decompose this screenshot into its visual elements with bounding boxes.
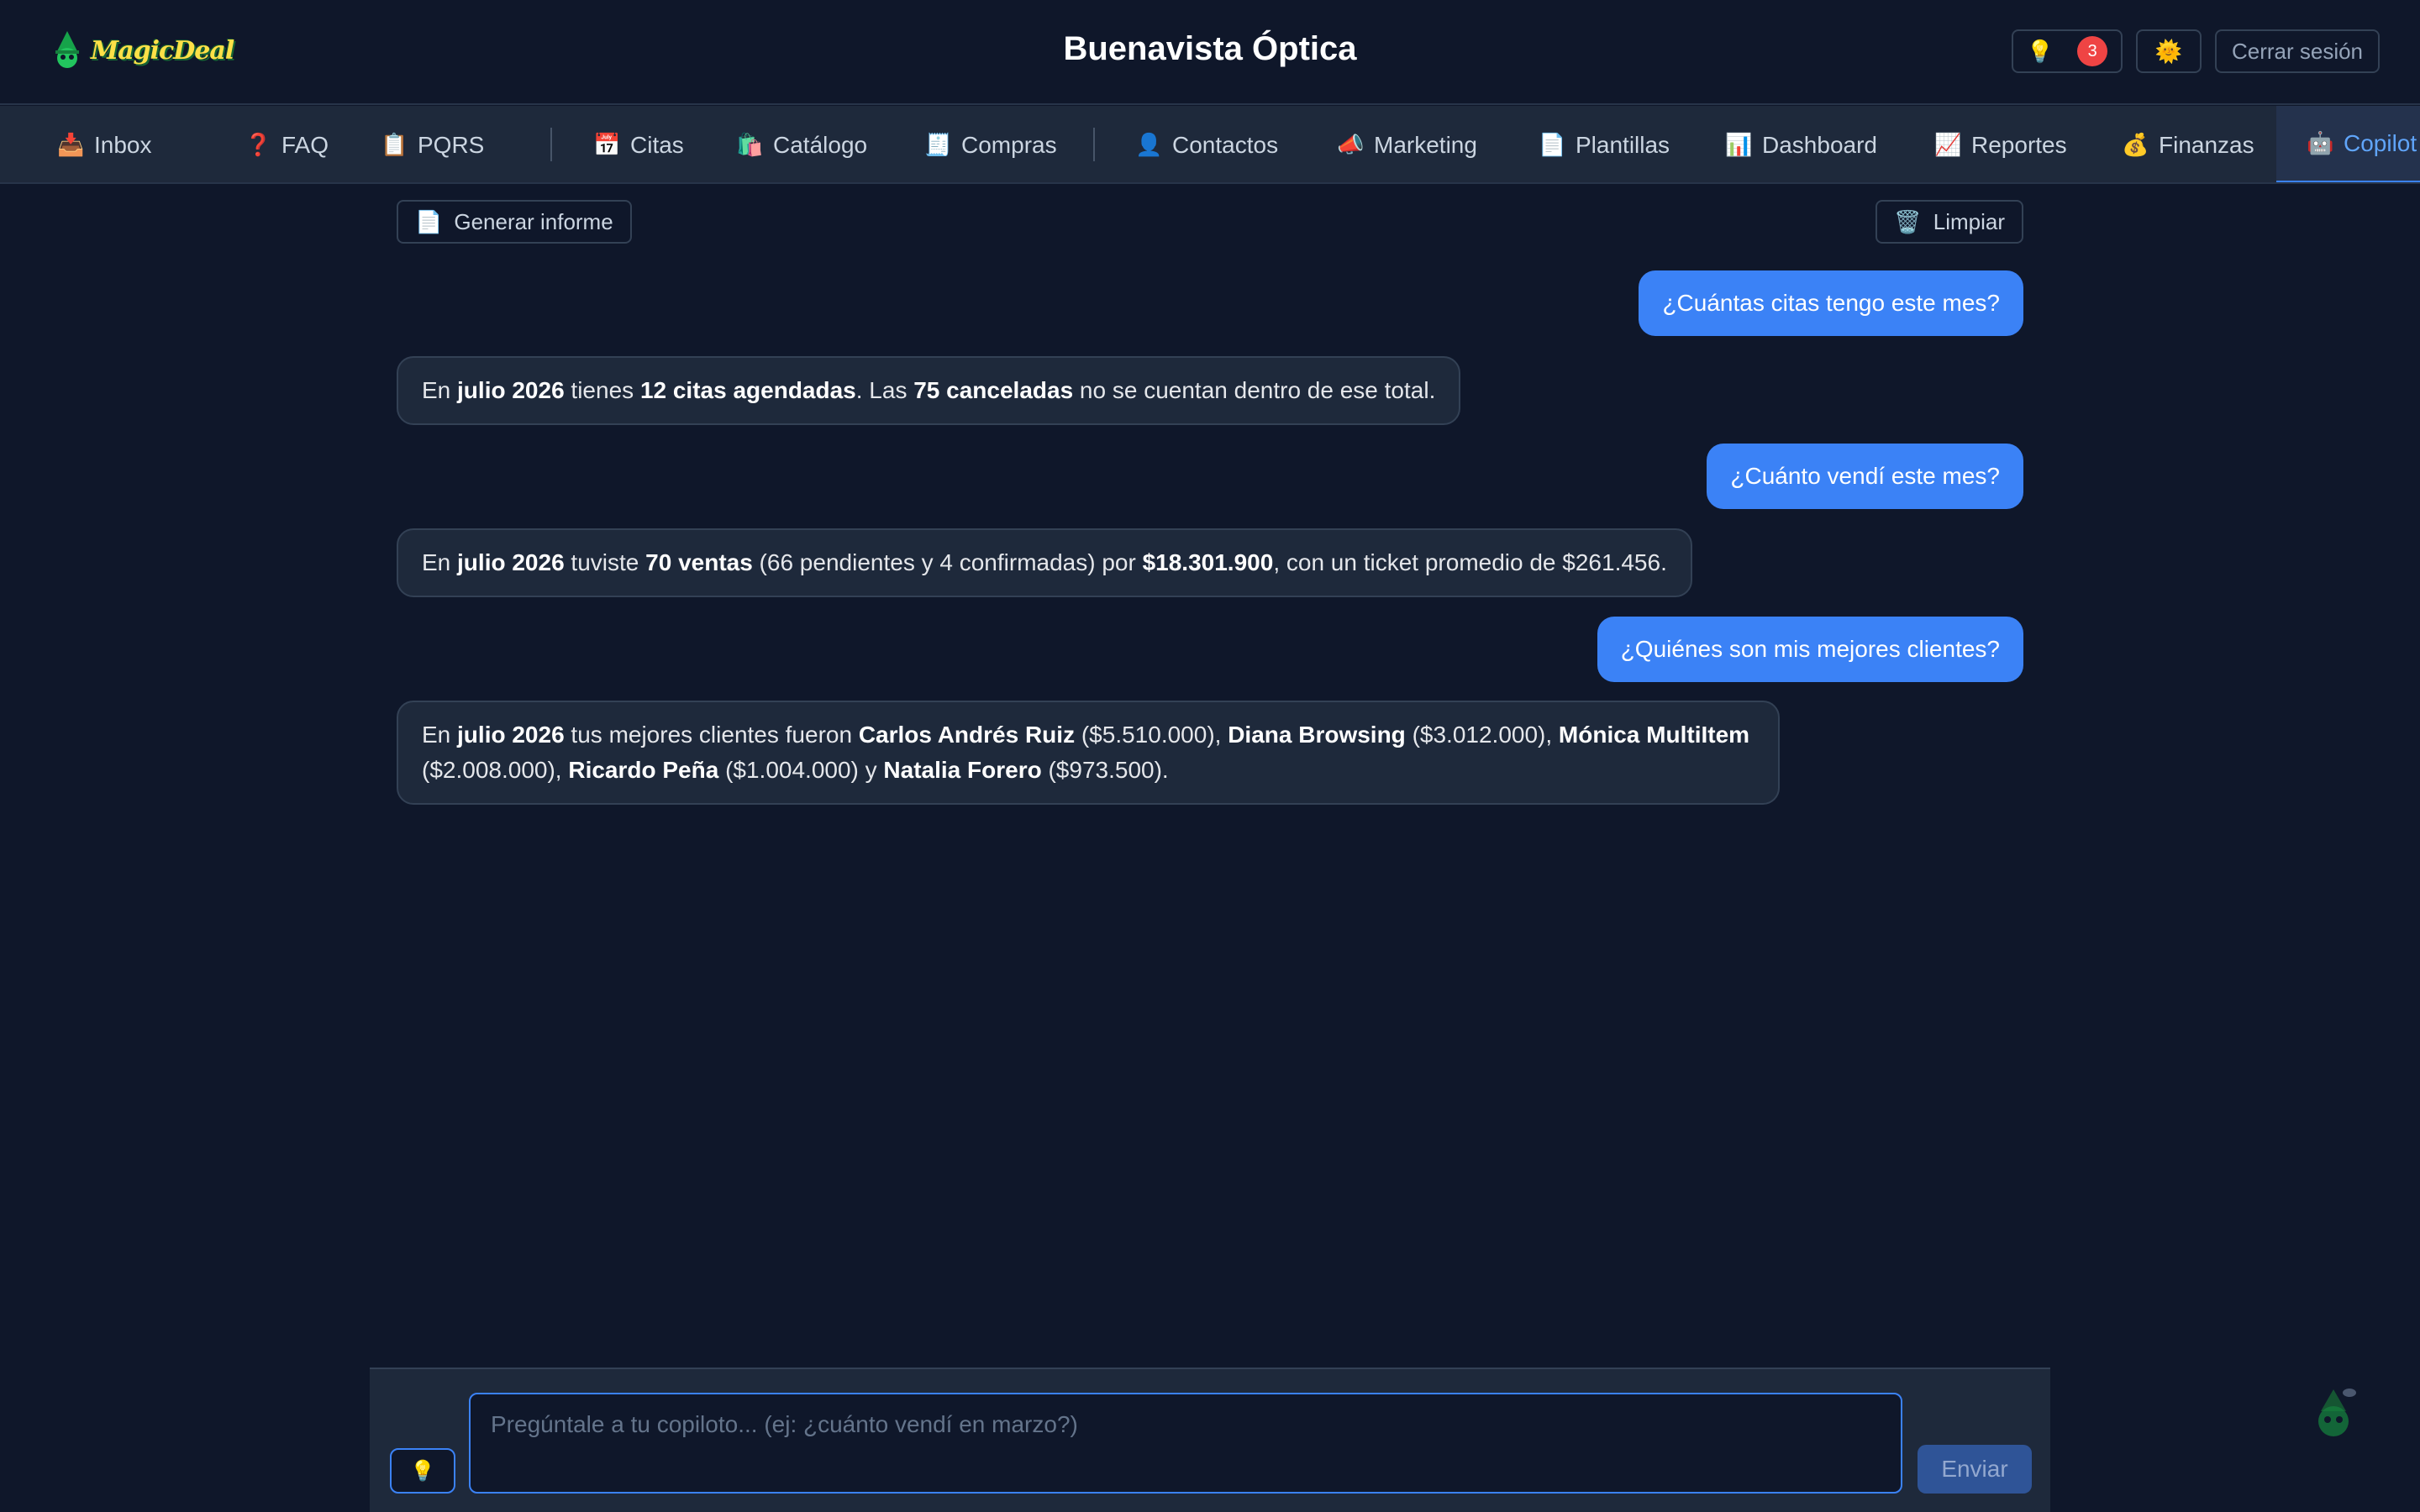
message-text: no se cuentan dentro de ese total. [1073, 377, 1436, 403]
top-header: MagicDeal Buenavista Óptica 💡 3 🌞 Cerrar… [0, 0, 2420, 105]
clipboard-icon: 📋 [381, 132, 408, 157]
line-chart-icon: 📈 [1934, 132, 1962, 157]
message-highlight: julio 2026 [457, 722, 565, 748]
nav-label: Marketing [1374, 131, 1477, 158]
message-highlight: julio 2026 [457, 549, 565, 575]
nav-label: Contactos [1172, 131, 1279, 158]
document-icon: 📄 [1539, 132, 1566, 157]
generate-report-label: Generar informe [454, 208, 613, 234]
megaphone-icon: 📣 [1337, 132, 1365, 157]
money-bag-icon: 💰 [2122, 132, 2149, 157]
nav-label: PQRS [418, 131, 485, 158]
message-highlight: Natalia Forero [883, 757, 1042, 783]
nav-label: Plantillas [1576, 131, 1670, 158]
nav-item-copilot[interactable]: 🤖 Copilot [2276, 106, 2420, 182]
message-text: ($2.008.000), [422, 757, 569, 783]
nav-item-catalogo[interactable]: 🛍️ Catálogo [736, 106, 868, 182]
copilot-input[interactable] [469, 1393, 1902, 1494]
nav-label: Copilot [2344, 129, 2417, 156]
message-highlight: 70 ventas [645, 549, 753, 575]
inbox-icon: 📥 [57, 132, 85, 157]
assistant-message: En julio 2026 tienes 12 citas agendadas.… [397, 356, 1461, 425]
message-text: (66 pendientes y 4 confirmadas) por [752, 549, 1143, 575]
message-text: tienes [564, 377, 640, 403]
user-message: ¿Cuántas citas tengo este mes? [1639, 270, 2023, 336]
send-button[interactable]: Enviar [1918, 1445, 2032, 1494]
message-highlight: $18.301.900 [1142, 549, 1274, 575]
main-nav: 📥 Inbox ❓ FAQ 📋 PQRS 📅 Citas 🛍️ Catálogo… [0, 106, 2420, 184]
message-text: , con un ticket promedio de $261.456. [1273, 549, 1667, 575]
logout-button[interactable]: Cerrar sesión [2215, 29, 2380, 73]
robot-icon: 🤖 [2307, 130, 2334, 155]
message-text: ($1.004.000) y [718, 757, 884, 783]
message-text: En [422, 377, 458, 403]
ideas-button[interactable]: 💡 3 [2012, 29, 2123, 73]
message-text: En [422, 549, 458, 575]
sun-icon: 🌞 [2154, 38, 2183, 64]
clear-chat-button[interactable]: 🗑️ Limpiar [1876, 200, 2023, 244]
nav-item-finanzas[interactable]: 💰 Finanzas [2122, 106, 2254, 182]
message-highlight: 12 citas agendadas [639, 377, 856, 403]
clear-chat-label: Limpiar [1933, 208, 2005, 234]
nav-label: Catálogo [773, 131, 868, 158]
user-message: ¿Cuánto vendí este mes? [1707, 444, 2023, 509]
nav-item-dashboard[interactable]: 📊 Dashboard [1725, 106, 1877, 182]
nav-item-reportes[interactable]: 📈 Reportes [1934, 106, 2067, 182]
nav-item-plantillas[interactable]: 📄 Plantillas [1539, 106, 1670, 182]
assistant-message: En julio 2026 tuviste 70 ventas (66 pend… [397, 528, 1692, 597]
nav-item-pqrs[interactable]: 📋 PQRS [381, 106, 485, 182]
suggestions-button[interactable]: 💡 [390, 1448, 455, 1494]
nav-label: Finanzas [2159, 131, 2254, 158]
floating-assistant-icon[interactable] [2304, 1384, 2363, 1443]
message-text: En [422, 722, 458, 748]
calendar-icon: 📅 [593, 132, 621, 157]
nav-label: Reportes [1971, 131, 2067, 158]
nav-label: Inbox [94, 131, 152, 158]
message-highlight: 75 canceladas [913, 377, 1074, 403]
trash-icon: 🗑️ [1894, 208, 1922, 234]
message-highlight: Diana Browsing [1228, 722, 1406, 748]
message-text: ($973.500). [1041, 757, 1169, 783]
nav-item-faq[interactable]: ❓ FAQ [245, 106, 329, 182]
message-text: tuviste [564, 549, 646, 575]
nav-divider [550, 128, 552, 161]
user-message: ¿Quiénes son mis mejores clientes? [1597, 617, 2023, 682]
nav-divider [1093, 128, 1095, 161]
nav-item-contactos[interactable]: 👤 Contactos [1135, 106, 1279, 182]
message-text: ($3.012.000), [1405, 722, 1559, 748]
message-highlight: Ricardo Peña [568, 757, 719, 783]
message-highlight: Carlos Andrés Ruiz [858, 722, 1076, 748]
user-icon: 👤 [1135, 132, 1163, 157]
generate-report-button[interactable]: 📄 Generar informe [397, 200, 632, 244]
bar-chart-icon: 📊 [1725, 132, 1753, 157]
lightbulb-icon: 💡 [410, 1459, 435, 1483]
nav-label: Dashboard [1762, 131, 1877, 158]
receipt-icon: 🧾 [924, 132, 952, 157]
nav-label: FAQ [281, 131, 329, 158]
message-composer: 💡 Enviar [370, 1368, 2050, 1512]
message-text: ($5.510.000), [1075, 722, 1228, 748]
shopping-bag-icon: 🛍️ [736, 132, 764, 157]
message-highlight: julio 2026 [457, 377, 565, 403]
nav-item-compras[interactable]: 🧾 Compras [924, 106, 1057, 182]
nav-label: Citas [630, 131, 684, 158]
notification-badge: 3 [2077, 36, 2108, 66]
theme-toggle-button[interactable]: 🌞 [2136, 29, 2202, 73]
nav-item-marketing[interactable]: 📣 Marketing [1337, 106, 1477, 182]
question-icon: ❓ [245, 132, 272, 157]
nav-label: Compras [961, 131, 1057, 158]
message-highlight: Mónica MultiItem [1558, 722, 1750, 748]
lightbulb-icon: 💡 [2026, 38, 2054, 64]
document-icon: 📄 [415, 208, 443, 234]
message-text: . Las [855, 377, 914, 403]
assistant-message: En julio 2026 tus mejores clientes fuero… [397, 701, 1780, 805]
nav-item-inbox[interactable]: 📥 Inbox [57, 106, 152, 182]
nav-item-citas[interactable]: 📅 Citas [593, 106, 684, 182]
message-text: tus mejores clientes fueron [564, 722, 859, 748]
